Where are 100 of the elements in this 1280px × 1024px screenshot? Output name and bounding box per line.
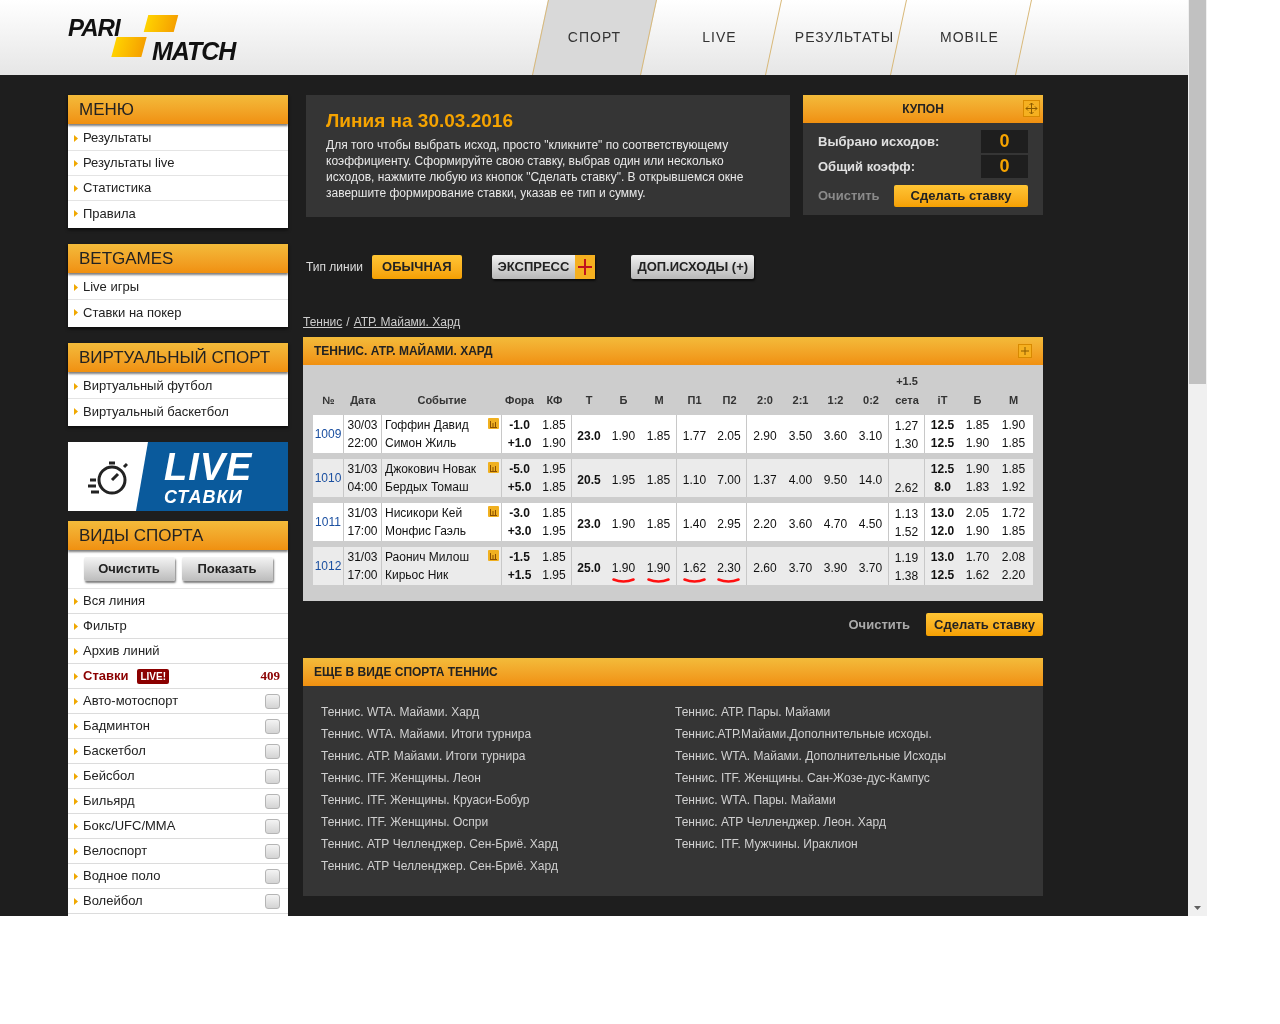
breadcrumb-link[interactable]: АТР. Майами. Хард xyxy=(353,313,461,331)
odds-value[interactable]: 1.95 xyxy=(542,566,566,584)
place-bet-button[interactable]: Сделать ставку xyxy=(926,613,1043,636)
sport-checkbox[interactable] xyxy=(265,893,280,909)
scrollbar-thumb[interactable] xyxy=(1189,0,1206,384)
odds-value[interactable]: 1.92 xyxy=(1001,478,1026,496)
odds-value[interactable]: 1.90 xyxy=(646,558,671,583)
odds-value[interactable]: 1.52 xyxy=(894,523,919,541)
tournament-link[interactable]: Теннис. АТР Челленджер. Леон. Хард xyxy=(675,813,1029,835)
odds-value[interactable]: 1.70 xyxy=(965,548,990,566)
odds-value[interactable]: 3.10 xyxy=(858,426,883,451)
breadcrumb-link[interactable]: Теннис xyxy=(303,313,343,331)
clear-link[interactable]: Очистить xyxy=(848,614,911,635)
odds-value[interactable]: 1.85 xyxy=(646,514,671,539)
odds-value[interactable]: 2.60 xyxy=(753,558,777,583)
odds-value[interactable]: 1.85 xyxy=(542,478,566,496)
line-type-button[interactable]: ОБЫЧНАЯ xyxy=(372,254,462,279)
odds-value[interactable]: 1.90 xyxy=(611,514,636,539)
menu-item[interactable]: Виртуальный футбол xyxy=(68,374,288,399)
odds-value[interactable]: 1.85 xyxy=(542,548,566,566)
odds-value[interactable]: 2.05 xyxy=(965,504,990,522)
odds-value[interactable]: 1.72 xyxy=(1001,504,1026,522)
odds-value[interactable]: 1.85 xyxy=(646,426,671,451)
tournament-link[interactable]: Теннис. WTA. Майами. Итоги турнира xyxy=(321,725,675,747)
tournament-link[interactable]: Теннис. WTA. Майами. Дополнительные Исходы xyxy=(675,747,1029,769)
odds-value[interactable]: 4.50 xyxy=(858,514,883,539)
sport-checkbox[interactable] xyxy=(265,818,280,834)
tournament-link[interactable]: Теннис. АТР. Майами. Итоги турнира xyxy=(321,747,675,769)
sports-link[interactable]: Вся линия xyxy=(83,591,146,611)
scroll-down-icon[interactable] xyxy=(1194,906,1201,910)
odds-value[interactable]: 7.00 xyxy=(717,470,741,495)
odds-value[interactable]: 2.20 xyxy=(753,514,777,539)
line-type-button[interactable]: ДОП.ИСХОДЫ (+) xyxy=(631,254,755,279)
odds-value[interactable]: 1.95 xyxy=(611,470,636,495)
live-bets-banner[interactable]: LIVE СТАВКИ xyxy=(68,442,288,511)
odds-value[interactable]: 1.85 xyxy=(1001,522,1026,540)
odds-value[interactable]: 9.50 xyxy=(823,470,848,495)
sports-button[interactable]: Показать xyxy=(181,557,273,581)
scrollbar[interactable] xyxy=(1188,0,1207,916)
line-type-button[interactable]: ЭКСПРЕСС xyxy=(491,254,596,279)
odds-value[interactable]: 4.70 xyxy=(823,514,848,539)
menu-item[interactable]: Результаты xyxy=(68,126,288,151)
odds-value[interactable]: 1.10 xyxy=(682,470,707,495)
tournament-link[interactable]: Теннис. WTA. Пары. Майами xyxy=(675,791,1029,813)
odds-value[interactable]: 3.60 xyxy=(788,514,813,539)
sport-checkbox[interactable] xyxy=(265,868,280,884)
odds-value[interactable]: 1.95 xyxy=(542,460,566,478)
event-number-link[interactable]: 1011 xyxy=(315,513,341,531)
sport-checkbox[interactable] xyxy=(265,693,280,709)
odds-value[interactable]: 3.70 xyxy=(858,558,883,583)
tournament-link[interactable]: Теннис. ITF. Женщины. Оспри xyxy=(321,813,675,835)
odds-value[interactable]: 1.62 xyxy=(965,566,990,584)
odds-value[interactable]: 2.90 xyxy=(753,426,777,451)
sport-checkbox[interactable] xyxy=(265,843,280,859)
logo[interactable]: PARI MATCH xyxy=(68,14,258,60)
odds-value[interactable]: 3.50 xyxy=(788,426,813,451)
odds-value[interactable]: 1.85 xyxy=(1001,460,1026,478)
odds-value[interactable]: 1.85 xyxy=(965,416,990,434)
odds-value[interactable]: 14.0 xyxy=(858,470,883,495)
odds-value[interactable]: 1.30 xyxy=(894,435,919,453)
tournament-link[interactable]: Теннис. ITF. Женщины. Круаси-Бобур xyxy=(321,791,675,813)
place-bet-button[interactable]: Сделать ставку xyxy=(894,185,1028,207)
nav-tab[interactable]: LIVE xyxy=(657,0,782,75)
tournament-link[interactable]: Теннис.АТР.Майами.Дополнительные исходы. xyxy=(675,725,1029,747)
tournament-link[interactable]: Теннис. ITF. Женщины. Леон xyxy=(321,769,675,791)
odds-value[interactable]: 1.19 xyxy=(894,549,919,567)
odds-value[interactable]: 2.05 xyxy=(717,426,741,451)
menu-item[interactable]: Live игры xyxy=(68,275,288,300)
odds-value[interactable]: 4.00 xyxy=(788,470,813,495)
event-number-link[interactable]: 1012 xyxy=(314,557,342,575)
sport-checkbox[interactable] xyxy=(265,768,280,784)
tournament-link[interactable]: Теннис. WTA. Майами. Хард xyxy=(321,703,675,725)
menu-item[interactable]: Виртуальный баскетбол xyxy=(68,399,288,424)
menu-item[interactable]: Результаты live xyxy=(68,151,288,176)
nav-tab[interactable]: СПОРТ xyxy=(532,0,657,75)
odds-value[interactable]: 1.38 xyxy=(894,567,919,585)
odds-value[interactable]: 2.20 xyxy=(1001,566,1026,584)
sport-checkbox[interactable] xyxy=(265,743,280,759)
odds-value[interactable]: 1.90 xyxy=(965,434,990,452)
odds-value[interactable]: 1.90 xyxy=(542,434,566,452)
tournament-link[interactable]: Теннис. АТР Челленджер. Сен-Бриё. Хард xyxy=(321,835,675,857)
tournament-link[interactable]: Теннис. ITF. Женщины. Сан-Жозе-дус-Кампус xyxy=(675,769,1029,791)
odds-value[interactable]: 3.70 xyxy=(788,558,813,583)
odds-value[interactable]: 1.37 xyxy=(753,470,777,495)
sports-link[interactable]: Фильтр xyxy=(83,616,127,636)
event-number-link[interactable]: 1009 xyxy=(314,425,342,443)
odds-value[interactable]: 1.90 xyxy=(1001,416,1026,434)
odds-value[interactable]: 1.90 xyxy=(965,522,990,540)
odds-value[interactable]: 1.27 xyxy=(894,417,919,435)
odds-value[interactable]: 1.85 xyxy=(542,504,566,522)
sport-checkbox[interactable] xyxy=(265,718,280,734)
odds-value[interactable]: 3.60 xyxy=(823,426,848,451)
clear-link[interactable]: Очистить xyxy=(818,186,880,206)
menu-item[interactable]: Правила xyxy=(68,201,288,226)
menu-item[interactable]: Ставки на покер xyxy=(68,300,288,325)
tournament-link[interactable]: Теннис. ITF. Мужчины. Ираклион xyxy=(675,835,1029,857)
event-number-link[interactable]: 1010 xyxy=(314,469,342,487)
odds-value[interactable]: 1.77 xyxy=(682,426,707,451)
sports-link[interactable]: Архив линий xyxy=(83,641,160,661)
odds-value[interactable]: 1.85 xyxy=(646,470,671,495)
